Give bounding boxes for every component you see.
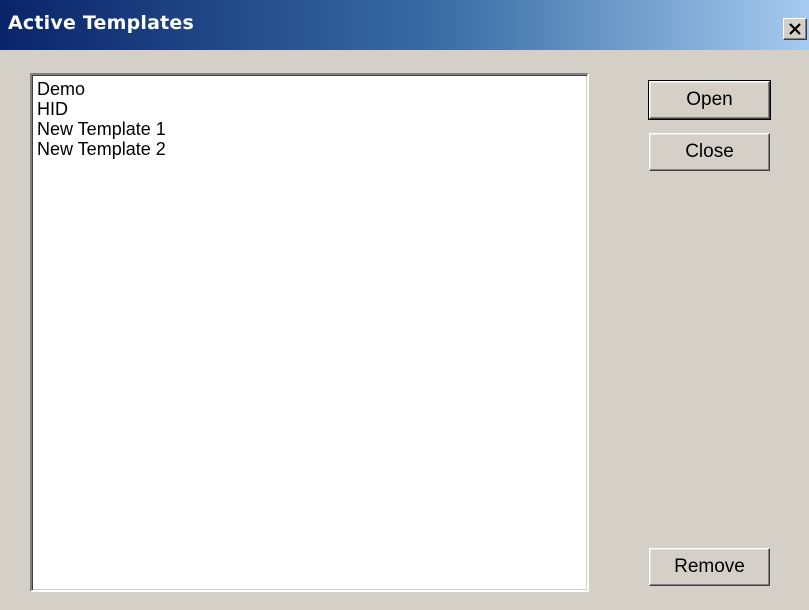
templates-list: Demo HID New Template 1 New Template 2 <box>32 75 587 159</box>
remove-button[interactable]: Remove <box>649 548 770 586</box>
list-item[interactable]: Demo <box>37 79 587 99</box>
close-icon <box>789 23 801 35</box>
list-item[interactable]: New Template 2 <box>37 139 587 159</box>
active-templates-dialog: Active Templates Demo HID New Template 1… <box>0 0 809 610</box>
close-window-button[interactable] <box>783 18 807 40</box>
list-item[interactable]: HID <box>37 99 587 119</box>
window-title: Active Templates <box>8 12 194 34</box>
close-button[interactable]: Close <box>649 133 770 171</box>
templates-listbox[interactable]: Demo HID New Template 1 New Template 2 <box>30 73 589 592</box>
open-button[interactable]: Open <box>648 80 771 120</box>
title-bar: Active Templates <box>0 0 809 50</box>
list-item[interactable]: New Template 1 <box>37 119 587 139</box>
